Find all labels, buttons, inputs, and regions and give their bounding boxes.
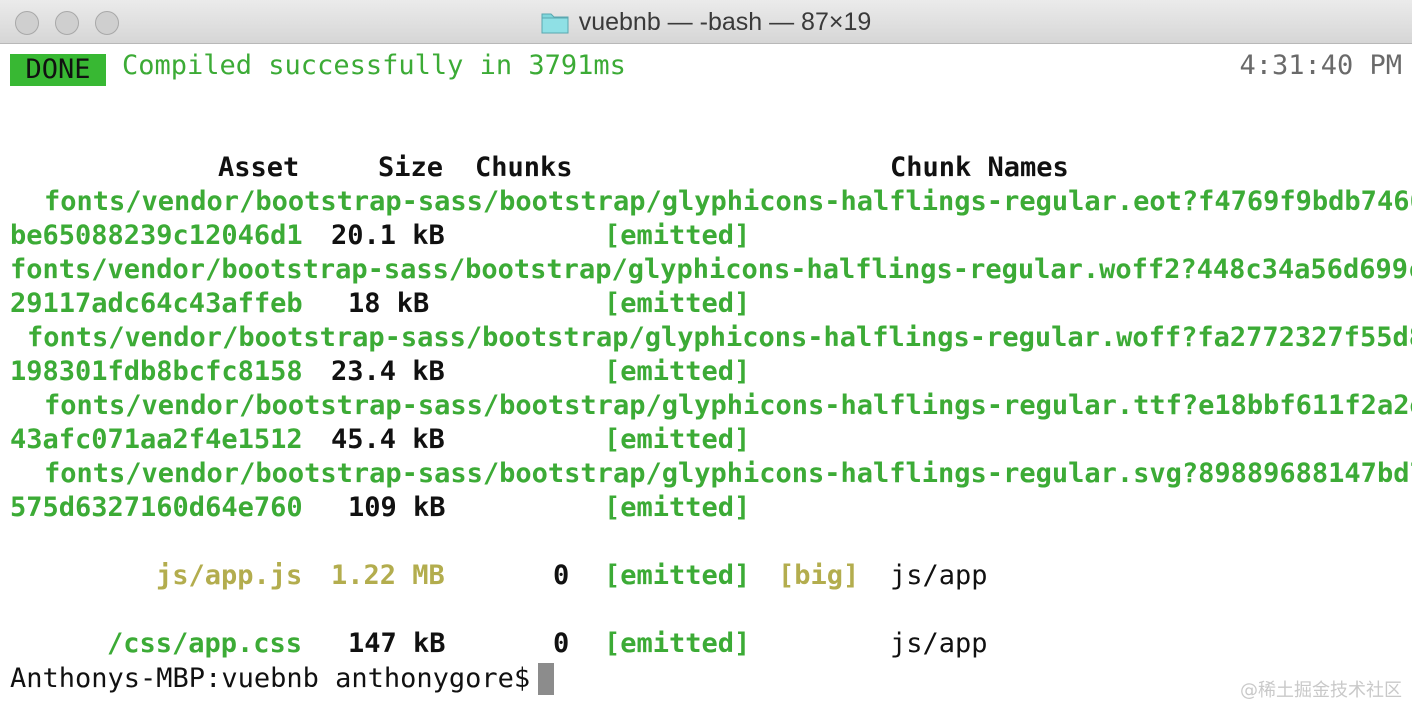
emitted-status: [emitted] bbox=[604, 288, 751, 319]
asset-row-line: fonts/vendor/bootstrap-sass/bootstrap/gl… bbox=[0, 457, 1412, 491]
terminal-window: vuebnb — -bash — 87×19 DONE Compiled suc… bbox=[0, 0, 1412, 704]
asset-row-line: fonts/vendor/bootstrap-sass/bootstrap/gl… bbox=[0, 253, 1412, 287]
asset-row-line: 198301fdb8bcfc8158 23.4 kB [emitted] bbox=[0, 355, 1412, 389]
build-status-line: DONE Compiled successfully in 3791ms 4:3… bbox=[0, 49, 1412, 86]
chunk-name: js/app bbox=[890, 560, 988, 591]
asset-row-line: fonts/vendor/bootstrap-sass/bootstrap/gl… bbox=[0, 389, 1412, 423]
text-cursor bbox=[538, 663, 554, 695]
asset-row-line: fonts/vendor/bootstrap-sass/bootstrap/gl… bbox=[0, 321, 1412, 355]
emitted-status: [emitted] bbox=[604, 356, 751, 387]
asset-path: fonts/vendor/bootstrap-sass/bootstrap/gl… bbox=[10, 254, 1412, 285]
asset-size: 23.4 kB bbox=[331, 356, 445, 387]
asset-path: fonts/vendor/bootstrap-sass/bootstrap/gl… bbox=[27, 322, 1412, 353]
build-time: 4:31:40 PM bbox=[1239, 50, 1402, 81]
emitted-status: [emitted] bbox=[604, 628, 751, 659]
shell-prompt-line[interactable]: Anthonys-MBP:vuebnb anthonygore$ bbox=[0, 662, 1412, 696]
asset-path-hash: 29117adc64c43affeb bbox=[10, 288, 303, 319]
emitted-status: [emitted] bbox=[604, 220, 751, 251]
header-chunk-names: Chunk Names bbox=[890, 152, 1069, 183]
header-asset: Asset bbox=[218, 152, 300, 183]
build-message: Compiled successfully in 3791ms bbox=[122, 50, 626, 81]
asset-path: js/app.js bbox=[156, 560, 303, 591]
asset-row-line: 29117adc64c43affeb 18 kB [emitted] bbox=[0, 287, 1412, 321]
emitted-status: [emitted] bbox=[604, 560, 751, 591]
title-bar[interactable]: vuebnb — -bash — 87×19 bbox=[0, 0, 1412, 44]
asset-path: fonts/vendor/bootstrap-sass/bootstrap/gl… bbox=[44, 390, 1412, 421]
asset-path: fonts/vendor/bootstrap-sass/bootstrap/gl… bbox=[44, 458, 1412, 489]
asset-path-hash: 198301fdb8bcfc8158 bbox=[10, 356, 303, 387]
chunk-id: 0 bbox=[553, 628, 570, 659]
header-chunks: Chunks bbox=[475, 152, 573, 183]
chunk-id: 0 bbox=[553, 560, 570, 591]
asset-size: 45.4 kB bbox=[331, 424, 445, 455]
asset-size: 1.22 MB bbox=[331, 560, 445, 591]
title-group: vuebnb — -bash — 87×19 bbox=[0, 0, 1412, 44]
table-header: Asset Size Chunks Chunk Names bbox=[0, 151, 1412, 185]
asset-row-line: 575d6327160d64e760 109 kB [emitted] bbox=[0, 491, 1412, 525]
app-js-row: js/app.js 1.22 MB 0 [emitted] [big] js/a… bbox=[0, 559, 1412, 593]
asset-path-hash: 575d6327160d64e760 bbox=[10, 492, 303, 523]
asset-size: 20.1 kB bbox=[331, 220, 445, 251]
asset-row-line: fonts/vendor/bootstrap-sass/bootstrap/gl… bbox=[0, 185, 1412, 219]
asset-size: 147 kB bbox=[348, 628, 446, 659]
asset-path-hash: be65088239c12046d1 bbox=[10, 220, 303, 251]
asset-size: 109 kB bbox=[348, 492, 446, 523]
app-css-row: /css/app.css 147 kB 0 [emitted] js/app bbox=[0, 627, 1412, 661]
asset-path: fonts/vendor/bootstrap-sass/bootstrap/gl… bbox=[44, 186, 1412, 217]
asset-row-line: 43afc071aa2f4e1512 45.4 kB [emitted] bbox=[0, 423, 1412, 457]
asset-path: /css/app.css bbox=[107, 628, 303, 659]
emitted-status: [emitted] bbox=[604, 492, 751, 523]
folder-icon bbox=[541, 13, 569, 34]
asset-size: 18 kB bbox=[348, 288, 430, 319]
asset-path-hash: 43afc071aa2f4e1512 bbox=[10, 424, 303, 455]
terminal-output[interactable]: DONE Compiled successfully in 3791ms 4:3… bbox=[0, 44, 1412, 704]
done-badge: DONE bbox=[10, 54, 106, 86]
window-title: vuebnb — -bash — 87×19 bbox=[578, 7, 872, 36]
emitted-status: [emitted] bbox=[604, 424, 751, 455]
chunk-name: js/app bbox=[890, 628, 988, 659]
watermark: @稀土掘金技术社区 bbox=[1240, 680, 1402, 701]
header-size: Size bbox=[378, 152, 444, 183]
shell-prompt: Anthonys-MBP:vuebnb anthonygore$ bbox=[10, 663, 547, 694]
big-flag: [big] bbox=[778, 560, 860, 591]
asset-row-line: be65088239c12046d1 20.1 kB [emitted] bbox=[0, 219, 1412, 253]
